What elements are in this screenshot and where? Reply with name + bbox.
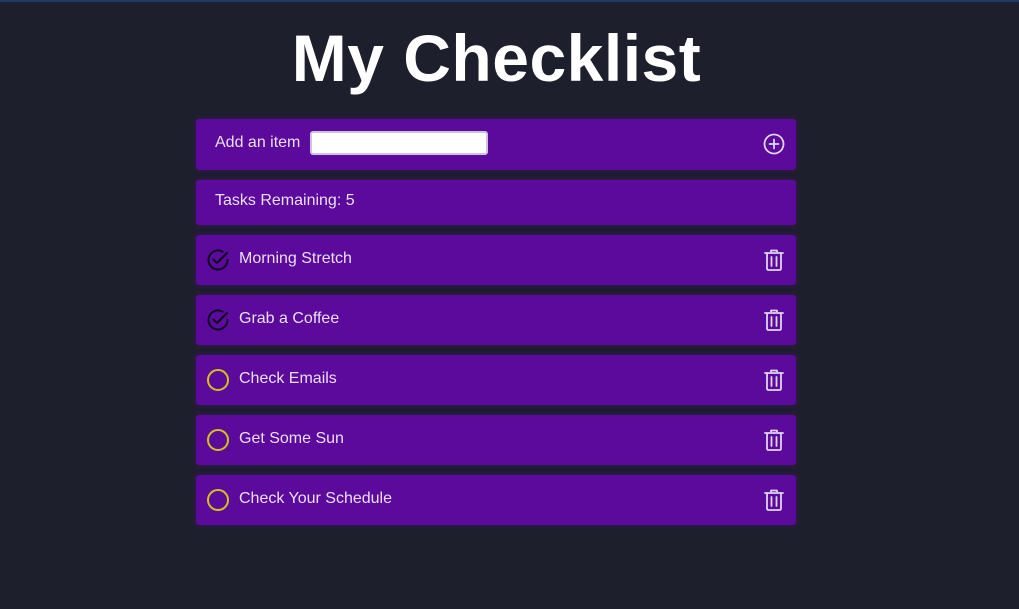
task-item: Morning Stretch [196,235,796,285]
task-label: Morning Stretch [239,250,352,267]
task-item: Check Emails [196,355,796,405]
check-circle-icon[interactable] [206,248,230,272]
task-item: Check Your Schedule [196,475,796,525]
trash-icon[interactable] [763,308,785,332]
plus-circle-icon[interactable] [763,133,785,155]
add-item-label: Add an item [215,134,301,151]
trash-icon[interactable] [763,368,785,392]
check-circle-icon[interactable] [206,308,230,332]
empty-circle-icon[interactable] [206,428,230,452]
tasks-remaining-bar: Tasks Remaining: 5 [196,180,796,225]
task-label: Grab a Coffee [239,310,340,327]
task-label: Get Some Sun [239,430,344,447]
trash-icon[interactable] [763,428,785,452]
trash-icon[interactable] [763,248,785,272]
trash-icon[interactable] [763,488,785,512]
task-label: Check Your Schedule [239,490,392,507]
tasks-remaining-count: Tasks Remaining: 5 [215,192,355,209]
task-label: Check Emails [239,370,337,387]
task-item: Grab a Coffee [196,295,796,345]
page-title: My Checklist [291,21,702,95]
empty-circle-icon[interactable] [206,488,230,512]
task-item: Get Some Sun [196,415,796,465]
add-item-input[interactable] [310,131,488,155]
add-item-bar: Add an item [196,119,796,170]
empty-circle-icon[interactable] [206,368,230,392]
window-top-border [0,0,1019,2]
